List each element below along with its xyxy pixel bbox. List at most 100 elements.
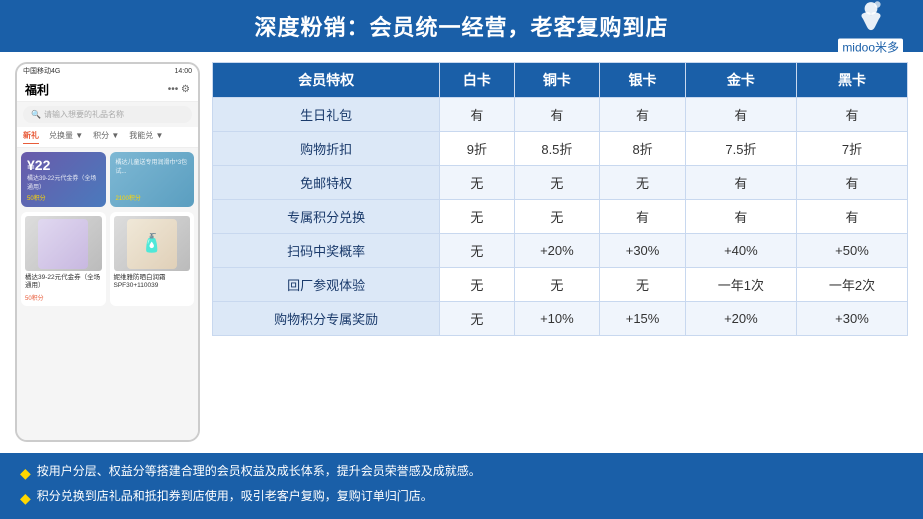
row-label: 扫码中奖概率: [213, 234, 440, 268]
table-cell: 有: [796, 200, 907, 234]
table-cell: 无: [514, 166, 600, 200]
product-points-1: 50积分: [25, 293, 102, 302]
col-header-black: 黑卡: [796, 63, 907, 98]
table-row: 扫码中奖概率无+20%+30%+40%+50%: [213, 234, 908, 268]
table-cell: +10%: [514, 302, 600, 336]
table-cell: 无: [440, 200, 514, 234]
table-cell: 无: [600, 268, 686, 302]
col-header-white: 白卡: [440, 63, 514, 98]
phone-tab-points[interactable]: 积分 ▼: [93, 130, 119, 144]
row-label: 购物积分专属奖励: [213, 302, 440, 336]
table-cell: 有: [796, 98, 907, 132]
phone-nav-title: 福利: [25, 81, 49, 98]
table-cell: 无: [514, 268, 600, 302]
bullet-icon-2: ◆: [20, 486, 31, 511]
phone-status-bar: 中国移动4G 14:00: [17, 64, 198, 78]
table-cell: 7折: [796, 132, 907, 166]
table-cell: 无: [440, 234, 514, 268]
footer-text-2: 积分兑换到店礼品和抵扣券到店使用，吸引老客户复购，复购订单归门店。: [37, 486, 433, 508]
row-label: 购物折扣: [213, 132, 440, 166]
phone-nav-icons: ••• ⚙: [168, 84, 190, 95]
footer-line-2: ◆ 积分兑换到店礼品和抵扣券到店使用，吸引老客户复购，复购订单归门店。: [20, 486, 903, 511]
col-header-silver: 银卡: [600, 63, 686, 98]
table-cell: +20%: [685, 302, 796, 336]
row-label: 生日礼包: [213, 98, 440, 132]
membership-table-area: 会员特权 白卡 铜卡 银卡 金卡 黑卡 生日礼包有有有有有购物折扣9折8.5折8…: [212, 62, 908, 442]
col-header-privilege: 会员特权: [213, 63, 440, 98]
table-cell: +40%: [685, 234, 796, 268]
table-cell: 有: [796, 166, 907, 200]
table-row: 购物折扣9折8.5折8折7.5折7折: [213, 132, 908, 166]
coupon-card-2[interactable]: 橘达儿童送专用润滑巾*3包试... 2100积分: [110, 152, 195, 207]
row-label: 专属积分兑换: [213, 200, 440, 234]
product-img-2: 🧴: [114, 216, 191, 271]
coupon-points-1: 50积分: [27, 193, 100, 202]
table-cell: 8.5折: [514, 132, 600, 166]
table-cell: 有: [685, 98, 796, 132]
product-img-1: [25, 216, 102, 271]
col-header-gold: 金卡: [685, 63, 796, 98]
product-grid: 橘达39-22元代金券（全场通用） 50积分 🧴 妮维雅防晒白润霜SPF30+1…: [21, 212, 194, 310]
coupon-points-2: 2100积分: [116, 193, 189, 202]
coupon-row: ¥22 橘达39-22元代金券（全场通用） 50积分 橘达儿童送专用润滑巾*3包…: [21, 152, 194, 207]
table-cell: 无: [440, 268, 514, 302]
table-cell: 有: [685, 166, 796, 200]
table-cell: 8折: [600, 132, 686, 166]
search-placeholder-text: 请输入想要的礼品名称: [44, 109, 124, 120]
phone-tabs: 新礼 兑换量 ▼ 积分 ▼ 我能兑 ▼: [17, 127, 198, 148]
phone-nav-bar: 福利 ••• ⚙: [17, 78, 198, 102]
coupon-card-2-desc: 橘达儿童送专用润滑巾*3包试...: [116, 157, 189, 175]
logo-area: midoo米多: [838, 0, 903, 56]
phone-tab-new[interactable]: 新礼: [23, 130, 39, 144]
table-cell: 无: [440, 166, 514, 200]
table-cell: +50%: [796, 234, 907, 268]
table-cell: 一年1次: [685, 268, 796, 302]
footer-line-1: ◆ 按用户分层、权益分等搭建合理的会员权益及成长体系，提升会员荣誉感及成就感。: [20, 461, 903, 486]
table-row: 专属积分兑换无无有有有: [213, 200, 908, 234]
phone-search-bar[interactable]: 🔍 请输入想要的礼品名称: [23, 106, 192, 123]
product-title-2: 妮维雅防晒白润霜SPF30+110039: [114, 274, 191, 291]
footer: ◆ 按用户分层、权益分等搭建合理的会员权益及成长体系，提升会员荣誉感及成就感。 …: [0, 453, 923, 519]
table-cell: 9折: [440, 132, 514, 166]
phone-tab-redeem[interactable]: 兑换量 ▼: [49, 130, 83, 144]
table-cell: 7.5折: [685, 132, 796, 166]
coupon-amount: ¥22: [27, 157, 100, 173]
product-title-1: 橘达39-22元代金券（全场通用）: [25, 274, 102, 291]
midoo-logo-icon: [851, 0, 891, 37]
footer-text-1: 按用户分层、权益分等搭建合理的会员权益及成长体系，提升会员荣誉感及成就感。: [37, 461, 481, 483]
search-icon: 🔍: [31, 110, 41, 119]
table-cell: +30%: [600, 234, 686, 268]
table-row: 回厂参观体验无无无一年1次一年2次: [213, 268, 908, 302]
page-title: 深度粉销：会员统一经营，老客复购到店: [254, 15, 668, 40]
table-cell: +15%: [600, 302, 686, 336]
product-card-1[interactable]: 橘达39-22元代金券（全场通用） 50积分: [21, 212, 106, 306]
coupon-card-1[interactable]: ¥22 橘达39-22元代金券（全场通用） 50积分: [21, 152, 106, 207]
table-cell: 有: [440, 98, 514, 132]
phone-body: ¥22 橘达39-22元代金券（全场通用） 50积分 橘达儿童送专用润滑巾*3包…: [17, 148, 198, 442]
table-cell: +20%: [514, 234, 600, 268]
membership-table: 会员特权 白卡 铜卡 银卡 金卡 黑卡 生日礼包有有有有有购物折扣9折8.5折8…: [212, 62, 908, 336]
table-cell: 一年2次: [796, 268, 907, 302]
logo-text: midoo米多: [838, 39, 903, 56]
product-card-2[interactable]: 🧴 妮维雅防晒白润霜SPF30+110039: [110, 212, 195, 306]
table-cell: 无: [600, 166, 686, 200]
table-cell: 无: [514, 200, 600, 234]
main-content: 中国移动4G 14:00 福利 ••• ⚙ 🔍 请输入想要的礼品名称 新礼 兑换…: [0, 52, 923, 452]
page-header: 深度粉销：会员统一经营，老客复购到店 midoo米多: [0, 0, 923, 52]
row-label: 回厂参观体验: [213, 268, 440, 302]
table-row: 生日礼包有有有有有: [213, 98, 908, 132]
table-row: 免邮特权无无无有有: [213, 166, 908, 200]
table-cell: 有: [514, 98, 600, 132]
row-label: 免邮特权: [213, 166, 440, 200]
table-cell: 无: [440, 302, 514, 336]
table-row: 购物积分专属奖励无+10%+15%+20%+30%: [213, 302, 908, 336]
time-text: 14:00: [174, 68, 192, 75]
phone-mockup: 中国移动4G 14:00 福利 ••• ⚙ 🔍 请输入想要的礼品名称 新礼 兑换…: [15, 62, 200, 442]
table-cell: +30%: [796, 302, 907, 336]
coupon-desc: 橘达39-22元代金券（全场通用）: [27, 173, 100, 191]
phone-tab-eligible[interactable]: 我能兑 ▼: [129, 130, 163, 144]
carrier-text: 中国移动4G: [23, 66, 60, 76]
table-cell: 有: [685, 200, 796, 234]
table-cell: 有: [600, 98, 686, 132]
col-header-bronze: 铜卡: [514, 63, 600, 98]
